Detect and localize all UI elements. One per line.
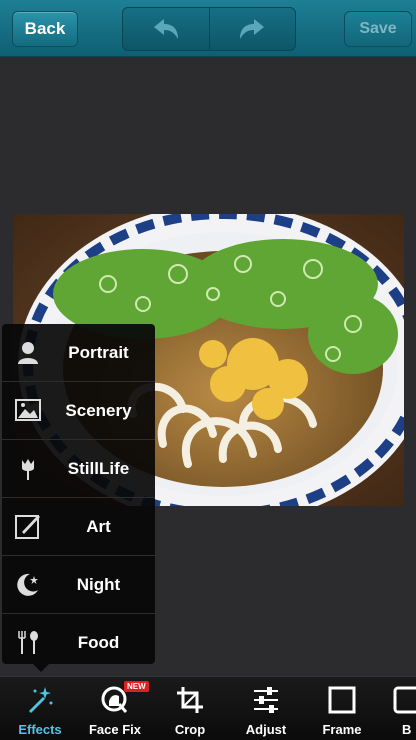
tab-label: Effects — [18, 722, 62, 737]
effect-label: StillLife — [67, 458, 130, 478]
tab-label: B — [402, 722, 412, 737]
effects-menu: Portrait Scenery StillLife Art Night Foo… — [2, 324, 155, 664]
new-badge: NEW — [124, 681, 149, 692]
sliders-icon — [254, 687, 278, 713]
effect-label: Food — [77, 632, 120, 652]
tab-label: Adjust — [245, 722, 287, 737]
tab-crop[interactable]: Crop — [152, 677, 228, 740]
scenery-icon — [15, 399, 41, 421]
undo-icon — [153, 19, 178, 39]
fork-spoon-icon — [18, 631, 38, 654]
undo-button[interactable] — [123, 8, 209, 50]
partial-icon — [393, 686, 416, 714]
save-button[interactable]: Save — [344, 11, 412, 47]
effect-label: Portrait — [68, 342, 129, 362]
tab-adjust[interactable]: Adjust — [228, 677, 304, 740]
crop-icon — [177, 687, 203, 713]
frame-icon — [328, 686, 356, 714]
moon-star-icon — [17, 573, 38, 596]
tab-effects[interactable]: Effects — [2, 677, 78, 740]
tab-frame[interactable]: Frame — [304, 677, 380, 740]
brush-icon — [15, 515, 40, 539]
effect-label: Scenery — [65, 400, 132, 420]
top-bar: Back Save — [0, 0, 416, 57]
effect-item-scenery[interactable]: Scenery — [2, 382, 155, 440]
undo-redo-group — [122, 7, 296, 51]
tab-partial[interactable]: B — [380, 677, 416, 740]
menu-pointer — [33, 664, 49, 672]
tab-label: Frame — [322, 722, 362, 737]
effect-item-night[interactable]: Night — [2, 556, 155, 614]
effect-item-portrait[interactable]: Portrait — [2, 324, 155, 382]
flower-icon — [22, 459, 34, 480]
portrait-icon — [18, 342, 38, 364]
magic-wand-icon — [29, 687, 53, 713]
effect-item-art[interactable]: Art — [2, 498, 155, 556]
effect-item-food[interactable]: Food — [2, 614, 155, 671]
back-button[interactable]: Back — [12, 11, 78, 47]
tab-label: Crop — [174, 722, 206, 737]
redo-button[interactable] — [208, 8, 296, 50]
effect-label: Art — [86, 516, 111, 536]
effect-item-stilllife[interactable]: StillLife — [2, 440, 155, 498]
tab-face-fix[interactable]: NEW Face Fix — [77, 677, 153, 740]
bottom-toolbar: Effects NEW Face Fix Crop Adjust Frame B — [0, 676, 416, 740]
redo-icon — [240, 19, 265, 39]
effect-label: Night — [76, 574, 121, 594]
tab-label: Face Fix — [88, 722, 142, 737]
